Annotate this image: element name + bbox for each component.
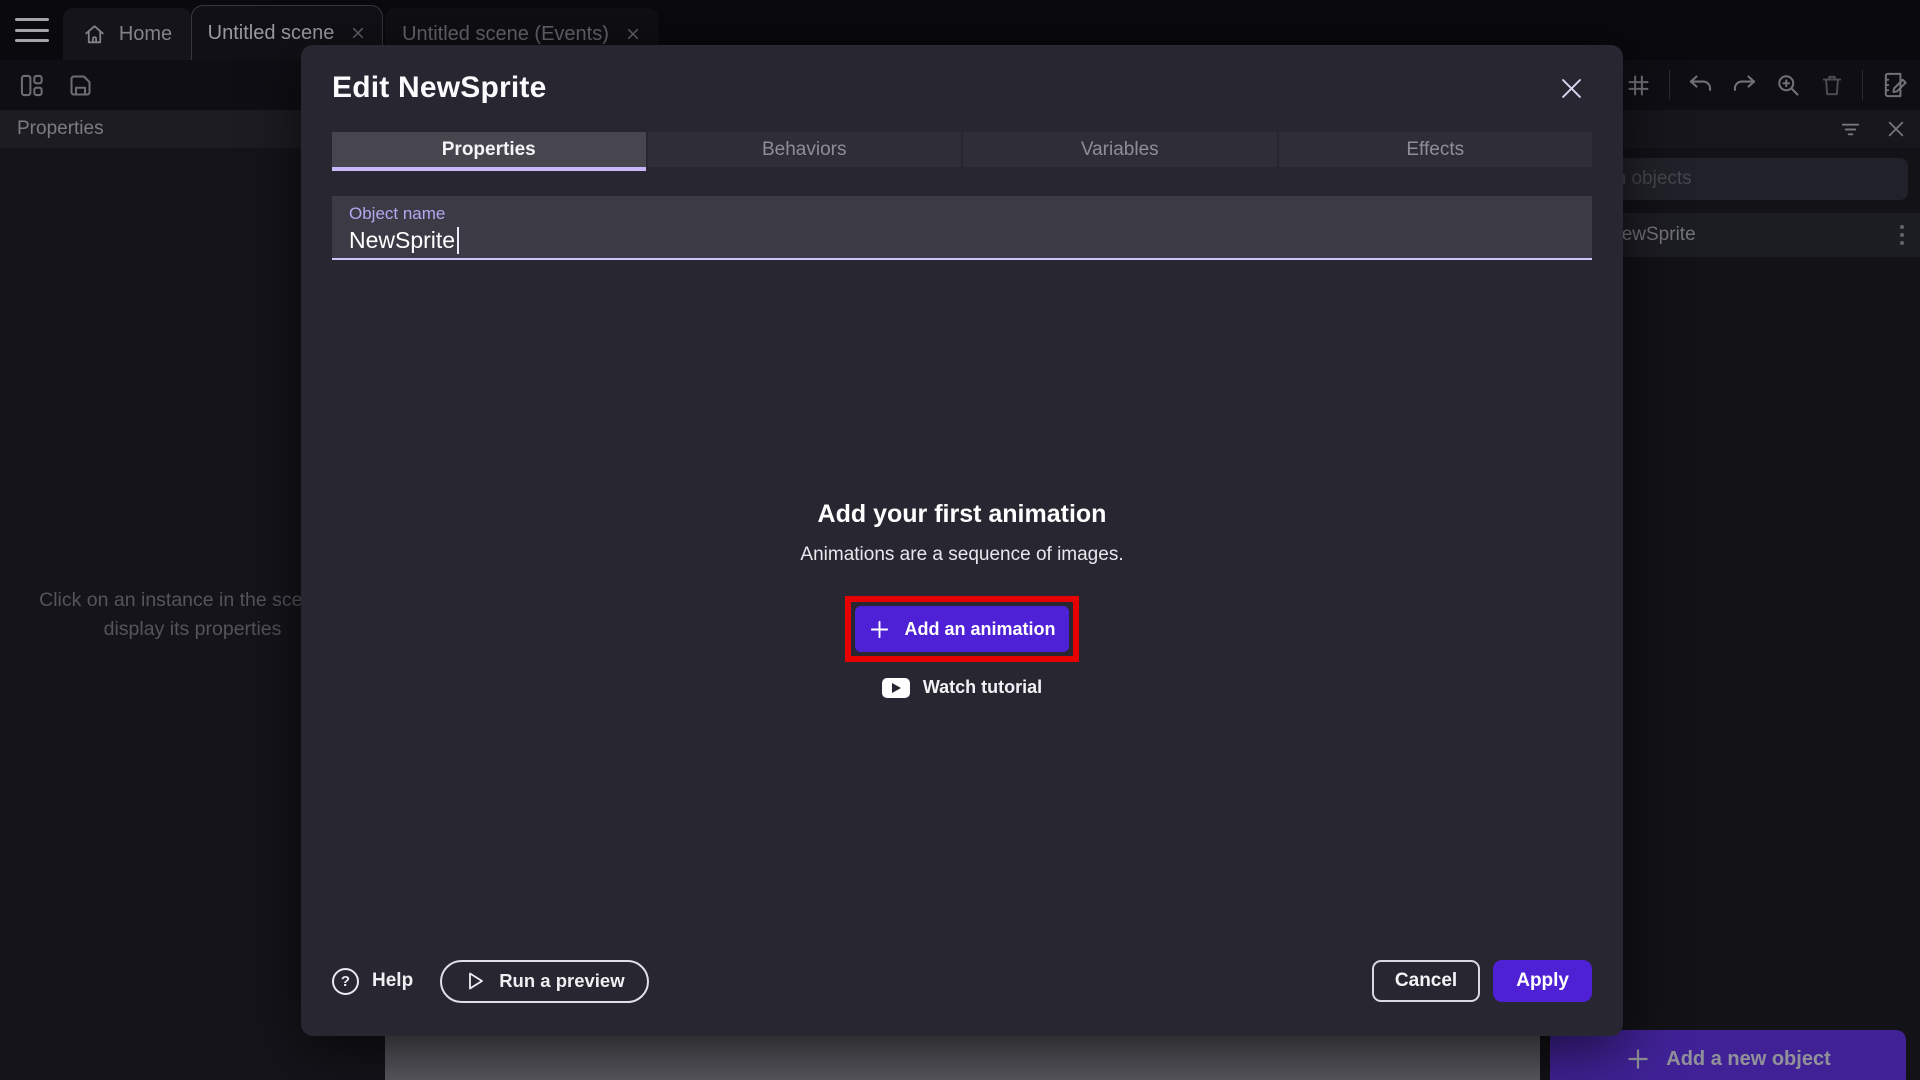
play-icon (464, 970, 486, 992)
text-caret (457, 227, 459, 254)
watch-tutorial-button[interactable]: Watch tutorial (301, 677, 1623, 698)
tab-behaviors[interactable]: Behaviors (648, 132, 962, 171)
run-preview-button[interactable]: Run a preview (440, 960, 648, 1003)
cancel-button[interactable]: Cancel (1372, 960, 1480, 1002)
object-name-value: NewSprite (349, 227, 1592, 254)
tab-properties[interactable]: Properties (332, 132, 646, 171)
tab-variables[interactable]: Variables (963, 132, 1277, 171)
youtube-icon (882, 678, 910, 698)
animations-empty-state: Add your first animation Animations are … (301, 500, 1623, 698)
object-name-field[interactable]: Object name NewSprite (332, 196, 1592, 260)
highlight-box: Add an animation (845, 596, 1079, 662)
tab-effects[interactable]: Effects (1279, 132, 1593, 171)
dialog-tabs: Properties Behaviors Variables Effects (332, 132, 1592, 171)
object-name-label: Object name (349, 204, 1592, 224)
close-icon[interactable] (1558, 75, 1585, 102)
help-button[interactable]: ? Help (332, 968, 413, 995)
edit-object-dialog: Edit NewSprite Properties Behaviors Vari… (301, 45, 1623, 1036)
apply-button[interactable]: Apply (1493, 960, 1592, 1002)
dialog-footer: ? Help Run a preview Cancel Apply (332, 959, 1592, 1003)
plus-icon (868, 618, 891, 641)
add-animation-button[interactable]: Add an animation (855, 606, 1069, 652)
empty-state-heading: Add your first animation (301, 500, 1623, 529)
empty-state-subtext: Animations are a sequence of images. (301, 544, 1623, 566)
help-icon: ? (332, 968, 359, 995)
dialog-title: Edit NewSprite (332, 71, 547, 105)
